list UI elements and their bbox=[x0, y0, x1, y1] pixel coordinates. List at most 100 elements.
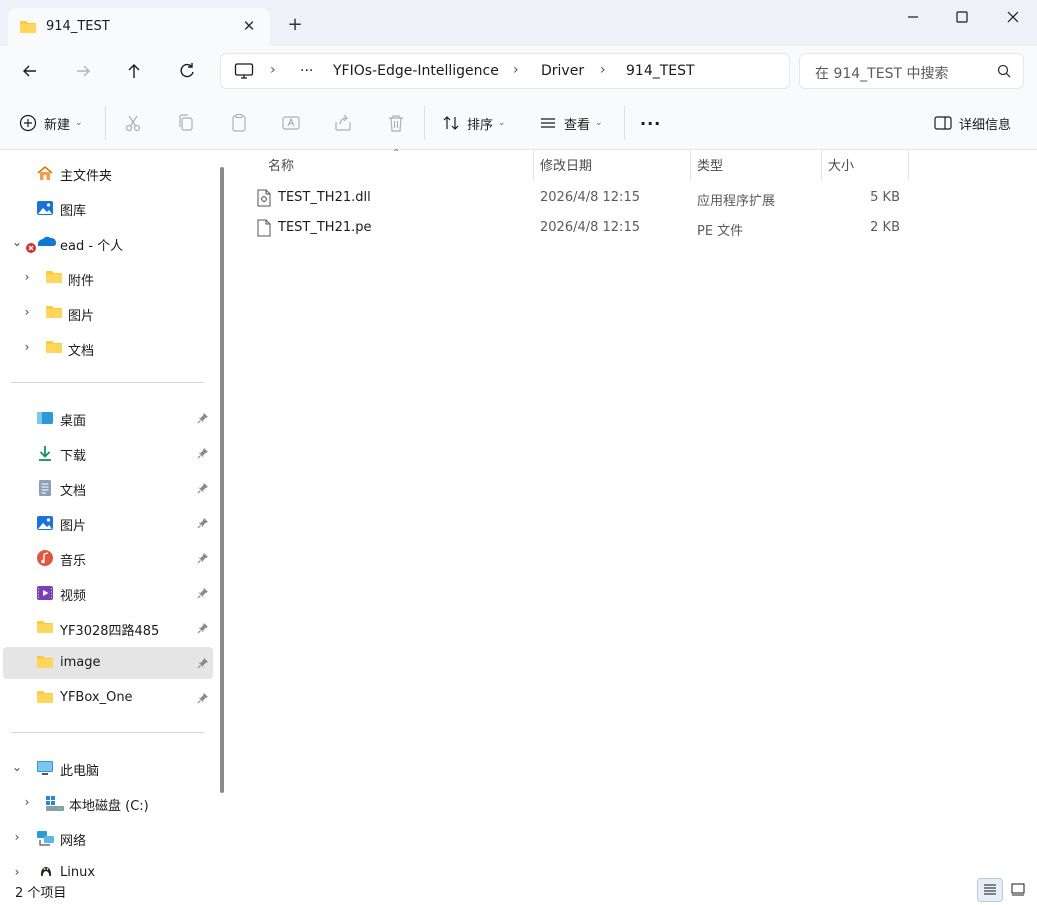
sidebar-item-pictures[interactable]: 图片 bbox=[3, 507, 213, 539]
delete-button[interactable] bbox=[385, 112, 407, 134]
column-divider[interactable] bbox=[533, 150, 534, 180]
search-placeholder: 在 914_TEST 中搜索 bbox=[815, 66, 949, 82]
sort-button[interactable]: 排序 ⌄ bbox=[442, 112, 506, 134]
column-header-name[interactable]: 名称 bbox=[268, 155, 294, 174]
chevron-right-icon[interactable]: › bbox=[21, 270, 33, 284]
up-button[interactable] bbox=[123, 60, 145, 82]
breadcrumb-chevron-icon[interactable]: › bbox=[270, 62, 276, 78]
sidebar-item-label: 图片 bbox=[68, 309, 95, 324]
sidebar-item-local-disk[interactable]: › 本地磁盘 (C:) bbox=[3, 787, 213, 819]
music-icon bbox=[36, 549, 54, 567]
chevron-down-icon[interactable]: ⌄ bbox=[11, 760, 23, 774]
onedrive-cloud-icon bbox=[24, 232, 60, 253]
sidebar-item-gallery[interactable]: 图库 bbox=[3, 192, 213, 224]
pin-icon[interactable] bbox=[197, 447, 209, 459]
sidebar-item-downloads[interactable]: 下载 bbox=[3, 437, 213, 469]
sidebar-item-this-pc[interactable]: ⌄ 此电脑 bbox=[3, 752, 213, 784]
new-tab-button[interactable]: + bbox=[285, 15, 305, 35]
pin-icon[interactable] bbox=[197, 622, 209, 634]
table-row[interactable]: TEST_TH21.pe 2026/4/8 12:15 PE 文件 2 KB bbox=[252, 214, 912, 242]
drive-icon bbox=[45, 794, 64, 812]
folder-icon bbox=[45, 304, 63, 322]
new-button[interactable]: 新建 ⌄ bbox=[19, 112, 83, 134]
address-bar[interactable]: › ··· YFIOs-Edge-Intelligence › Driver ›… bbox=[220, 53, 790, 89]
close-tab-icon[interactable]: ✕ bbox=[240, 17, 258, 35]
tab-914-test[interactable]: 914_TEST ✕ bbox=[8, 8, 270, 48]
breadcrumb-yfios[interactable]: YFIOs-Edge-Intelligence bbox=[333, 63, 499, 79]
chevron-right-icon[interactable]: › bbox=[21, 305, 33, 319]
tiles-view-button[interactable] bbox=[1007, 878, 1033, 902]
breadcrumb-chevron-icon[interactable]: › bbox=[513, 62, 519, 78]
refresh-icon bbox=[180, 63, 194, 78]
file-name: TEST_TH21.pe bbox=[278, 220, 372, 235]
view-button[interactable]: 查看 ⌄ bbox=[539, 112, 603, 134]
sidebar-item-onedrive-pictures[interactable]: › 图片 bbox=[3, 297, 213, 329]
maximize-button[interactable] bbox=[939, 6, 985, 28]
sidebar-item-music[interactable]: 音乐 bbox=[3, 542, 213, 574]
column-divider[interactable] bbox=[690, 150, 691, 180]
monitor-icon[interactable] bbox=[234, 62, 254, 84]
sidebar-item-yf3028[interactable]: YF3028四路485 bbox=[3, 612, 213, 644]
file-size: 5 KB bbox=[870, 190, 900, 205]
sidebar-scrollbar[interactable] bbox=[220, 167, 224, 793]
document-icon bbox=[36, 479, 54, 497]
breadcrumb-driver[interactable]: Driver bbox=[541, 63, 584, 79]
pin-icon[interactable] bbox=[197, 412, 209, 424]
view-list-icon bbox=[541, 118, 555, 128]
pin-icon[interactable] bbox=[197, 482, 209, 494]
details-view-button[interactable] bbox=[977, 878, 1003, 902]
sidebar-item-documents[interactable]: 文档 bbox=[3, 472, 213, 504]
sidebar-item-onedrive-documents[interactable]: › 文档 bbox=[3, 332, 213, 364]
pin-icon[interactable] bbox=[197, 587, 209, 599]
column-divider[interactable] bbox=[821, 150, 822, 180]
sidebar-item-network[interactable]: › 网络 bbox=[3, 822, 213, 854]
column-header-type[interactable]: 类型 bbox=[697, 155, 723, 174]
chevron-right-icon[interactable]: › bbox=[21, 795, 33, 809]
folder-icon bbox=[45, 269, 63, 287]
pin-icon[interactable] bbox=[197, 657, 209, 669]
sidebar-item-attachments[interactable]: › 附件 bbox=[3, 262, 213, 294]
breadcrumb-overflow[interactable]: ··· bbox=[300, 63, 313, 79]
gallery-icon bbox=[36, 199, 54, 217]
sidebar-item-videos[interactable]: 视频 bbox=[3, 577, 213, 609]
forward-button[interactable] bbox=[72, 60, 94, 82]
sidebar-item-image[interactable]: image bbox=[3, 647, 213, 679]
search-icon[interactable] bbox=[996, 63, 1012, 83]
pin-icon[interactable] bbox=[197, 552, 209, 564]
column-header-size[interactable]: 大小 bbox=[828, 155, 854, 174]
arrow-left-icon bbox=[23, 65, 36, 77]
breadcrumb-chevron-icon[interactable]: › bbox=[600, 62, 606, 78]
close-window-button[interactable] bbox=[990, 6, 1036, 28]
sort-ascending-icon: ⌃ bbox=[392, 148, 401, 159]
chevron-down-icon[interactable]: ⌄ bbox=[11, 235, 23, 249]
clipboard-icon bbox=[232, 113, 246, 132]
trash-icon bbox=[389, 115, 403, 132]
refresh-button[interactable] bbox=[176, 60, 198, 82]
chevron-right-icon[interactable]: › bbox=[11, 830, 23, 844]
sidebar-item-yfbox-one[interactable]: YFBox_One bbox=[3, 682, 213, 714]
pin-icon[interactable] bbox=[197, 692, 209, 704]
pin-icon[interactable] bbox=[197, 517, 209, 529]
sidebar-item-onedrive[interactable]: ⌄ ead - 个人 bbox=[3, 227, 213, 259]
sidebar-item-home[interactable]: 主文件夹 bbox=[3, 157, 213, 189]
command-bar: 新建 ⌄ 排序 ⌄ 查看 ⌄ ··· 详细信息 bbox=[0, 96, 1037, 150]
copy-button[interactable] bbox=[175, 112, 197, 134]
details-pane-button[interactable]: 详细信息 bbox=[934, 112, 1011, 134]
breadcrumb-914-test[interactable]: 914_TEST bbox=[626, 63, 695, 79]
search-input[interactable]: 在 914_TEST 中搜索 bbox=[799, 53, 1024, 89]
sidebar-item-desktop[interactable]: 桌面 bbox=[3, 402, 213, 434]
file-type: PE 文件 bbox=[697, 224, 744, 239]
cut-button[interactable] bbox=[122, 112, 144, 134]
table-row[interactable]: TEST_TH21.dll 2026/4/8 12:15 应用程序扩展 5 KB bbox=[252, 184, 912, 212]
copy-icon bbox=[179, 114, 193, 131]
rename-button[interactable] bbox=[280, 112, 302, 134]
paste-button[interactable] bbox=[228, 112, 250, 134]
column-header-date[interactable]: 修改日期 bbox=[540, 155, 592, 174]
folder-icon bbox=[19, 19, 37, 39]
chevron-right-icon[interactable]: › bbox=[21, 340, 33, 354]
minimize-button[interactable] bbox=[890, 6, 936, 28]
column-divider[interactable] bbox=[908, 150, 909, 180]
share-button[interactable] bbox=[332, 112, 354, 134]
back-button[interactable] bbox=[19, 60, 41, 82]
more-options-button[interactable]: ··· bbox=[640, 112, 661, 134]
